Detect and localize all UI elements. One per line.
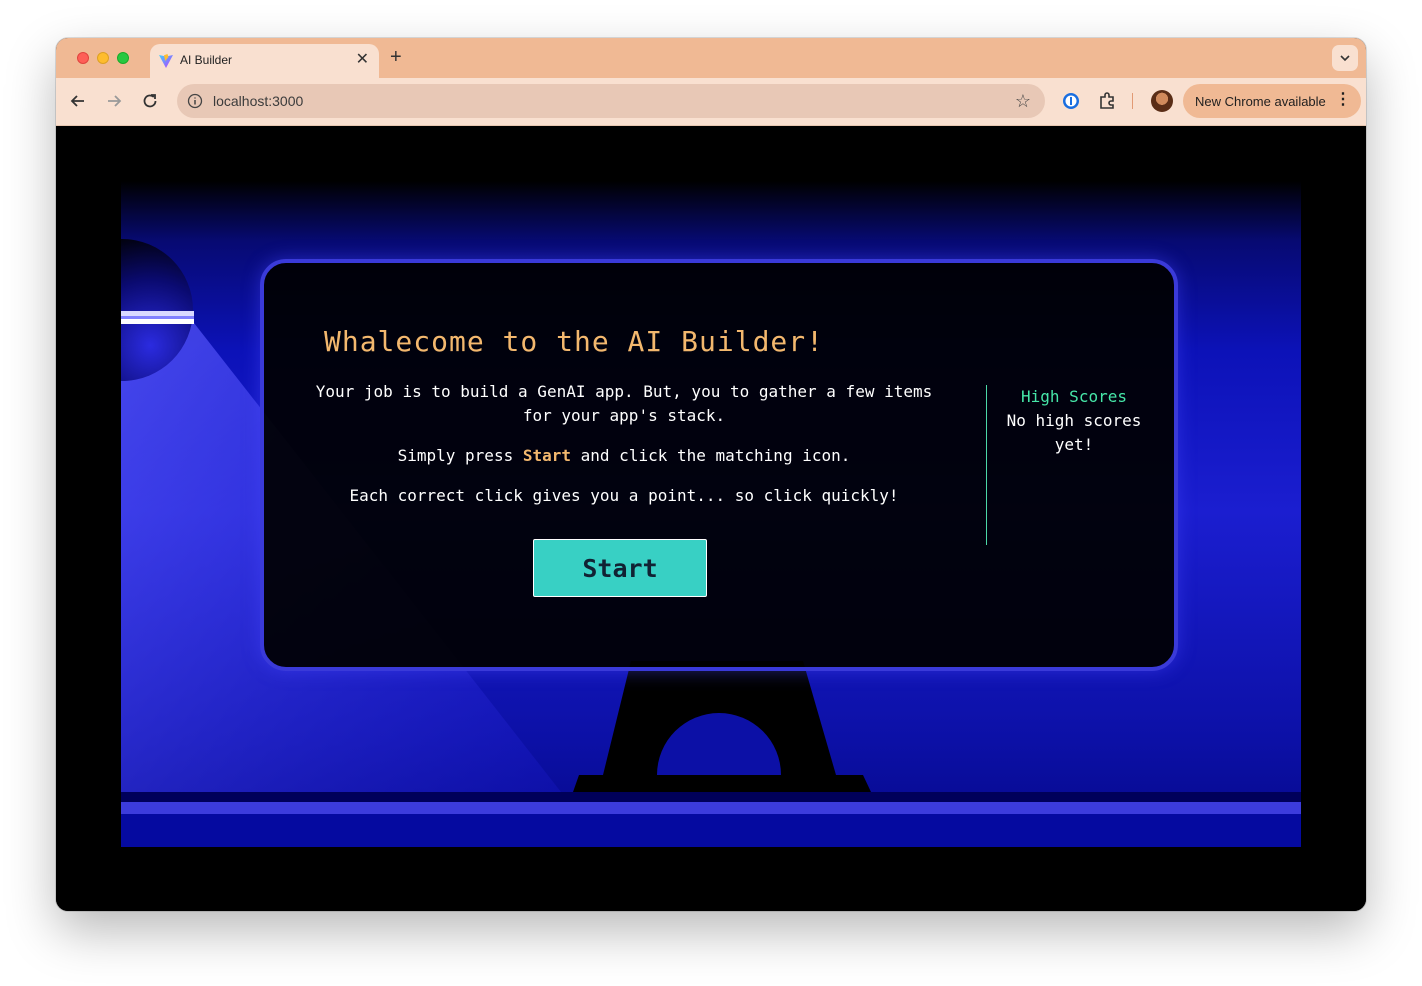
close-tab-icon[interactable]: ✕ [356,51,369,69]
extensions-icon[interactable] [1097,91,1117,111]
address-bar[interactable]: localhost:3000 ☆ [177,84,1045,118]
star-icon[interactable]: ☆ [1015,91,1031,111]
password-manager-icon[interactable] [1061,91,1081,111]
info-icon[interactable] [187,93,203,109]
chevron-down-icon [1340,55,1350,62]
maximize-window-button[interactable] [117,52,129,64]
reload-icon[interactable] [141,92,159,110]
minimize-window-button[interactable] [97,52,109,64]
tab-title: AI Builder [180,53,233,67]
floor [121,814,1301,847]
instructions: Your job is to build a GenAI app. But, y… [314,380,934,524]
start-keyword: Start [522,446,572,465]
back-icon[interactable] [69,92,87,110]
tab-strip: AI Builder ✕ + [56,38,1366,78]
floor-shadow [121,792,1301,802]
start-button[interactable]: Start [533,539,707,597]
high-scores-title: High Scores [1021,387,1127,406]
game-scene: Whalecome to the AI Builder! Your job is… [121,181,1301,847]
new-chrome-available-button[interactable]: New Chrome available ⋮ [1183,84,1361,118]
toolbar-separator [1132,93,1133,109]
floor-stripe [121,802,1301,814]
close-window-button[interactable] [77,52,89,64]
high-scores-empty: No high scores yet! [1006,411,1142,454]
tab-search-button[interactable] [1332,45,1358,71]
browser-toolbar: localhost:3000 ☆ New Chrome available ⋮ [56,78,1366,126]
instruction-line-2: Simply press Start and click the matchin… [314,444,934,468]
instruction-line-1: Your job is to build a GenAI app. But, y… [315,382,933,425]
new-tab-icon[interactable]: + [390,46,402,68]
instruction-line-2-pre: Simply press [397,446,523,465]
high-scores-panel: High Scores No high scores yet! [1004,385,1144,457]
forward-icon[interactable] [105,92,123,110]
page-title: Whalecome to the AI Builder! [323,325,824,358]
url-text: localhost:3000 [213,93,304,109]
page-viewport: Whalecome to the AI Builder! Your job is… [56,126,1366,911]
update-label: New Chrome available [1195,94,1326,109]
scores-divider [986,385,987,545]
welcome-card: Whalecome to the AI Builder! Your job is… [260,259,1178,671]
instruction-line-3: Each correct click gives you a point... … [349,486,899,505]
instruction-line-2-post: and click the matching icon. [571,446,851,465]
vite-logo-icon [159,54,173,68]
more-icon[interactable]: ⋮ [1335,90,1351,110]
profile-avatar[interactable] [1151,90,1173,112]
tab-ai-builder[interactable]: AI Builder ✕ [150,44,379,78]
browser-window: AI Builder ✕ + localhost:3000 ☆ New Chro… [56,38,1366,911]
